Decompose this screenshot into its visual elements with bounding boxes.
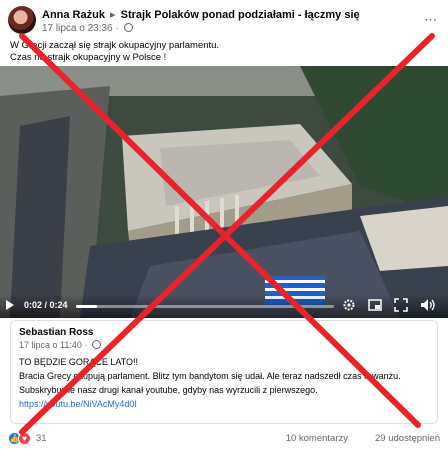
post-text: W Grecji zaczął się strajk okupacyjny pa… [10,40,438,64]
picture-in-picture-icon[interactable] [368,298,382,312]
play-icon[interactable] [6,300,14,310]
author-name[interactable]: Anna Rażuk [42,9,105,21]
shares-count[interactable]: 29 udostępnień [375,433,440,444]
post-timestamp[interactable]: 17 lipca o 23:36 [42,23,113,34]
separator-dot: · [115,23,119,34]
shared-text-line: TO BĘDZIE GORĄCE LATO!! [19,357,139,367]
globe-icon [91,340,101,349]
video-player[interactable]: 0:02 / 0:24 [0,66,448,318]
reactions-bar: 👍 ♥ 31 10 komentarzy 29 udostępnień [8,430,440,448]
video-time: 0:02 / 0:24 [24,300,68,310]
video-controls: 0:02 / 0:24 [0,294,448,318]
reactions-count[interactable]: 31 [36,433,47,444]
post-meta: 17 lipca o 23:36 · [42,23,133,34]
comments-count[interactable]: 10 komentarzy [286,433,348,444]
more-options-icon[interactable]: ⋯ [424,12,438,28]
video-progress-fill [76,305,98,308]
shared-post-card[interactable]: Sebastian Ross 17 lipca o 11:40 · TO BĘD… [10,320,438,424]
video-frame-parliament-aerial [0,66,448,318]
fullscreen-icon[interactable] [394,298,408,312]
post-header: Anna Rażuk ▸ Strajk Polaków ponad podzia… [8,6,440,38]
shared-post-meta: 17 lipca o 11:40 · [19,340,429,350]
separator-dot: · [84,340,90,350]
shared-text-line: Subskrybujcie nasz drugi kanał youtube, … [19,385,318,395]
post-text-line: W Grecji zaczął się strajk okupacyjny pa… [10,40,220,51]
volume-icon[interactable] [420,298,436,312]
arrow-right-icon: ▸ [110,9,116,21]
shared-author-name[interactable]: Sebastian Ross [19,327,429,338]
shared-text-line: Bracia Grecy okupują parlament. Blitz ty… [19,371,401,381]
video-progress-bar[interactable] [76,305,334,308]
shared-timestamp[interactable]: 17 lipca o 11:40 [19,340,82,350]
youtube-link[interactable]: https://youtu.be/NiVAcMy4d0I [19,399,429,409]
globe-icon [123,23,133,32]
avatar[interactable] [8,6,36,34]
author-line: Anna Rażuk ▸ Strajk Polaków ponad podzia… [42,8,360,21]
heart-icon[interactable]: ♥ [18,432,31,445]
gear-icon[interactable] [342,298,356,312]
post-text-line: Czas na strajk okupacyjny w Polsce ! [10,52,167,63]
group-name[interactable]: Strajk Polaków ponad podziałami - łączmy… [121,9,360,21]
